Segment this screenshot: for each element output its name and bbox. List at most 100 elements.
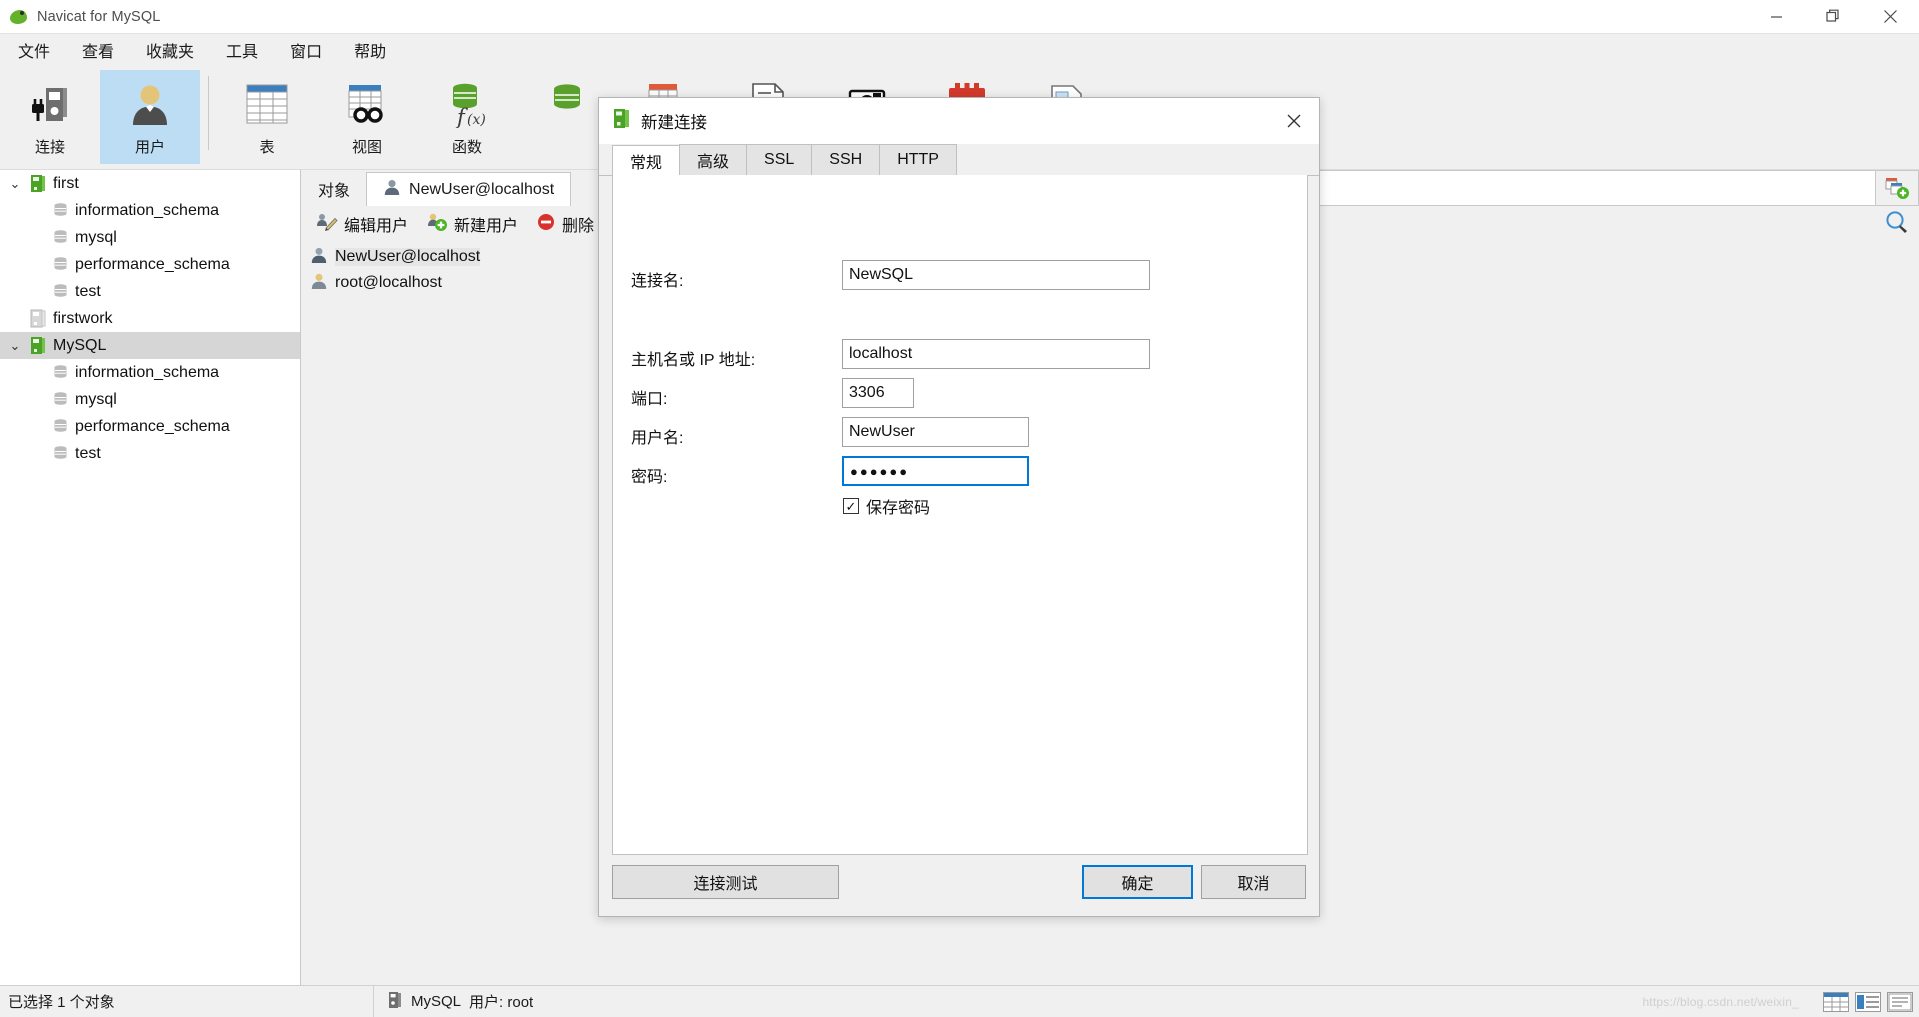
menu-tools[interactable]: 工具 bbox=[212, 35, 272, 65]
toolbar-view[interactable]: 视图 bbox=[317, 70, 417, 164]
dialog-body: 连接名: NewSQL 主机名或 IP 地址: localhost 端口: 33… bbox=[612, 175, 1308, 855]
list-item-label: root@localhost bbox=[335, 274, 442, 292]
toolbar-table[interactable]: 表 bbox=[217, 70, 317, 164]
tab-newuser-localhost[interactable]: NewUser@localhost bbox=[366, 172, 571, 206]
status-user: 用户: root bbox=[469, 991, 533, 1012]
status-selection: 已选择 1 个对象 bbox=[0, 986, 374, 1017]
password-input[interactable]: ●●●●●● bbox=[842, 456, 1029, 486]
new-connection-dialog: 新建连接 常规 高级 SSL SSH HTTP 连接名: NewSQL bbox=[598, 97, 1320, 917]
search-icon[interactable] bbox=[1884, 209, 1910, 240]
table-icon bbox=[243, 76, 291, 132]
menu-bar: 文件 查看 收藏夹 工具 窗口 帮助 bbox=[0, 34, 1919, 66]
tab-objects-label: 对象 bbox=[318, 177, 350, 201]
save-password-checkbox[interactable]: ✓ 保存密码 bbox=[843, 494, 930, 518]
toolbar-view-label: 视图 bbox=[352, 136, 382, 157]
connection-icon bbox=[613, 108, 631, 134]
cancel-button[interactable]: 取消 bbox=[1201, 865, 1306, 899]
tree-node-firstwork[interactable]: firstwork bbox=[0, 305, 300, 332]
toolbar-function-label: 函数 bbox=[452, 136, 482, 157]
status-bar: 已选择 1 个对象 MySQL 用户: root https://blog.cs… bbox=[0, 985, 1919, 1017]
tree-node-test-mysql[interactable]: test bbox=[0, 440, 300, 467]
list-view-icon[interactable] bbox=[1855, 992, 1881, 1012]
database-icon bbox=[48, 445, 72, 462]
connection-tree[interactable]: ⌄ first information_schema mysql bbox=[0, 170, 301, 994]
host-input[interactable]: localhost bbox=[842, 339, 1150, 369]
chevron-down-icon[interactable]: ⌄ bbox=[4, 338, 26, 354]
connection-closed-icon bbox=[26, 309, 50, 328]
port-input[interactable]: 3306 bbox=[842, 378, 914, 408]
database-icon bbox=[48, 283, 72, 300]
save-password-label: 保存密码 bbox=[866, 494, 930, 518]
tree-node-label: firstwork bbox=[50, 310, 113, 328]
status-connection-name: MySQL bbox=[411, 993, 461, 1010]
database-icon bbox=[48, 229, 72, 246]
tree-node-label: mysql bbox=[72, 391, 117, 409]
toolbar-table-label: 表 bbox=[259, 136, 274, 157]
tree-node-information-schema-mysql[interactable]: information_schema bbox=[0, 359, 300, 386]
tree-node-test-first[interactable]: test bbox=[0, 278, 300, 305]
watermark: https://blog.csdn.net/weixin_ bbox=[1642, 995, 1799, 1009]
field-connection-name-label-row: 连接名: bbox=[631, 267, 683, 291]
menu-window[interactable]: 窗口 bbox=[276, 35, 336, 65]
dialog-title: 新建连接 bbox=[641, 109, 707, 133]
toolbar-user[interactable]: 用户 bbox=[100, 70, 200, 164]
test-connection-button[interactable]: 连接测试 bbox=[612, 865, 839, 899]
toolbar-function[interactable]: f (x) 函数 bbox=[417, 70, 517, 164]
database-icon bbox=[48, 256, 72, 273]
toolbar-connection[interactable]: 连接 bbox=[0, 70, 100, 164]
tree-node-first[interactable]: ⌄ first bbox=[0, 170, 300, 197]
tree-node-information-schema-first[interactable]: information_schema bbox=[0, 197, 300, 224]
grid-view-icon[interactable] bbox=[1823, 992, 1849, 1012]
tab-newuser-label: NewUser@localhost bbox=[409, 181, 554, 199]
add-table-icon[interactable] bbox=[1876, 170, 1919, 206]
close-icon[interactable] bbox=[1269, 98, 1319, 143]
tree-node-label: MySQL bbox=[50, 337, 106, 355]
field-password-label-row: 密码: bbox=[631, 463, 667, 487]
user-icon bbox=[310, 272, 328, 295]
tree-node-mysql-connection[interactable]: ⌄ MySQL bbox=[0, 332, 300, 359]
menu-file[interactable]: 文件 bbox=[4, 35, 64, 65]
tree-node-performance-schema-first[interactable]: performance_schema bbox=[0, 251, 300, 278]
list-item-label: NewUser@localhost bbox=[335, 248, 480, 266]
ok-button[interactable]: 确定 bbox=[1082, 865, 1193, 899]
new-user-icon bbox=[426, 212, 448, 237]
connection-name-input[interactable]: NewSQL bbox=[842, 260, 1150, 290]
tab-general[interactable]: 常规 bbox=[612, 145, 680, 176]
menu-favorites[interactable]: 收藏夹 bbox=[132, 35, 208, 65]
tree-node-performance-schema-mysql[interactable]: performance_schema bbox=[0, 413, 300, 440]
dialog-tabs: 常规 高级 SSL SSH HTTP bbox=[599, 144, 1319, 176]
edit-user-label: 编辑用户 bbox=[344, 212, 408, 236]
tab-objects[interactable]: 对象 bbox=[302, 172, 366, 206]
new-user-button[interactable]: 新建用户 bbox=[420, 209, 524, 240]
chevron-down-icon[interactable]: ⌄ bbox=[4, 176, 26, 192]
tab-ssl[interactable]: SSL bbox=[746, 144, 812, 175]
tab-advanced[interactable]: 高级 bbox=[679, 144, 747, 175]
status-connection: MySQL 用户: root bbox=[374, 991, 533, 1013]
database-icon bbox=[543, 76, 591, 132]
tab-http[interactable]: HTTP bbox=[879, 144, 957, 175]
database-icon bbox=[48, 391, 72, 408]
menu-view[interactable]: 查看 bbox=[68, 35, 128, 65]
form-view-icon[interactable] bbox=[1887, 992, 1913, 1012]
tree-node-mysql-first[interactable]: mysql bbox=[0, 224, 300, 251]
connection-name-label: 连接名: bbox=[631, 267, 683, 291]
delete-user-label: 删除 bbox=[562, 212, 594, 236]
window-controls bbox=[1748, 0, 1919, 33]
tree-node-mysql-db[interactable]: mysql bbox=[0, 386, 300, 413]
toolbar-separator bbox=[208, 76, 209, 150]
maximize-icon[interactable] bbox=[1805, 0, 1862, 33]
username-input[interactable]: NewUser bbox=[842, 417, 1029, 447]
username-label: 用户名: bbox=[631, 424, 683, 448]
tab-ssh[interactable]: SSH bbox=[811, 144, 880, 175]
edit-user-button[interactable]: 编辑用户 bbox=[310, 209, 414, 240]
database-icon bbox=[48, 202, 72, 219]
tree-node-label: test bbox=[72, 445, 101, 463]
host-label: 主机名或 IP 地址: bbox=[631, 346, 755, 370]
database-icon bbox=[48, 364, 72, 381]
user-icon bbox=[383, 178, 401, 201]
navicat-leaf-icon bbox=[9, 7, 29, 27]
minimize-icon[interactable] bbox=[1748, 0, 1805, 33]
menu-help[interactable]: 帮助 bbox=[340, 35, 400, 65]
delete-user-button[interactable]: 删除 bbox=[530, 209, 600, 240]
close-icon[interactable] bbox=[1862, 0, 1919, 33]
